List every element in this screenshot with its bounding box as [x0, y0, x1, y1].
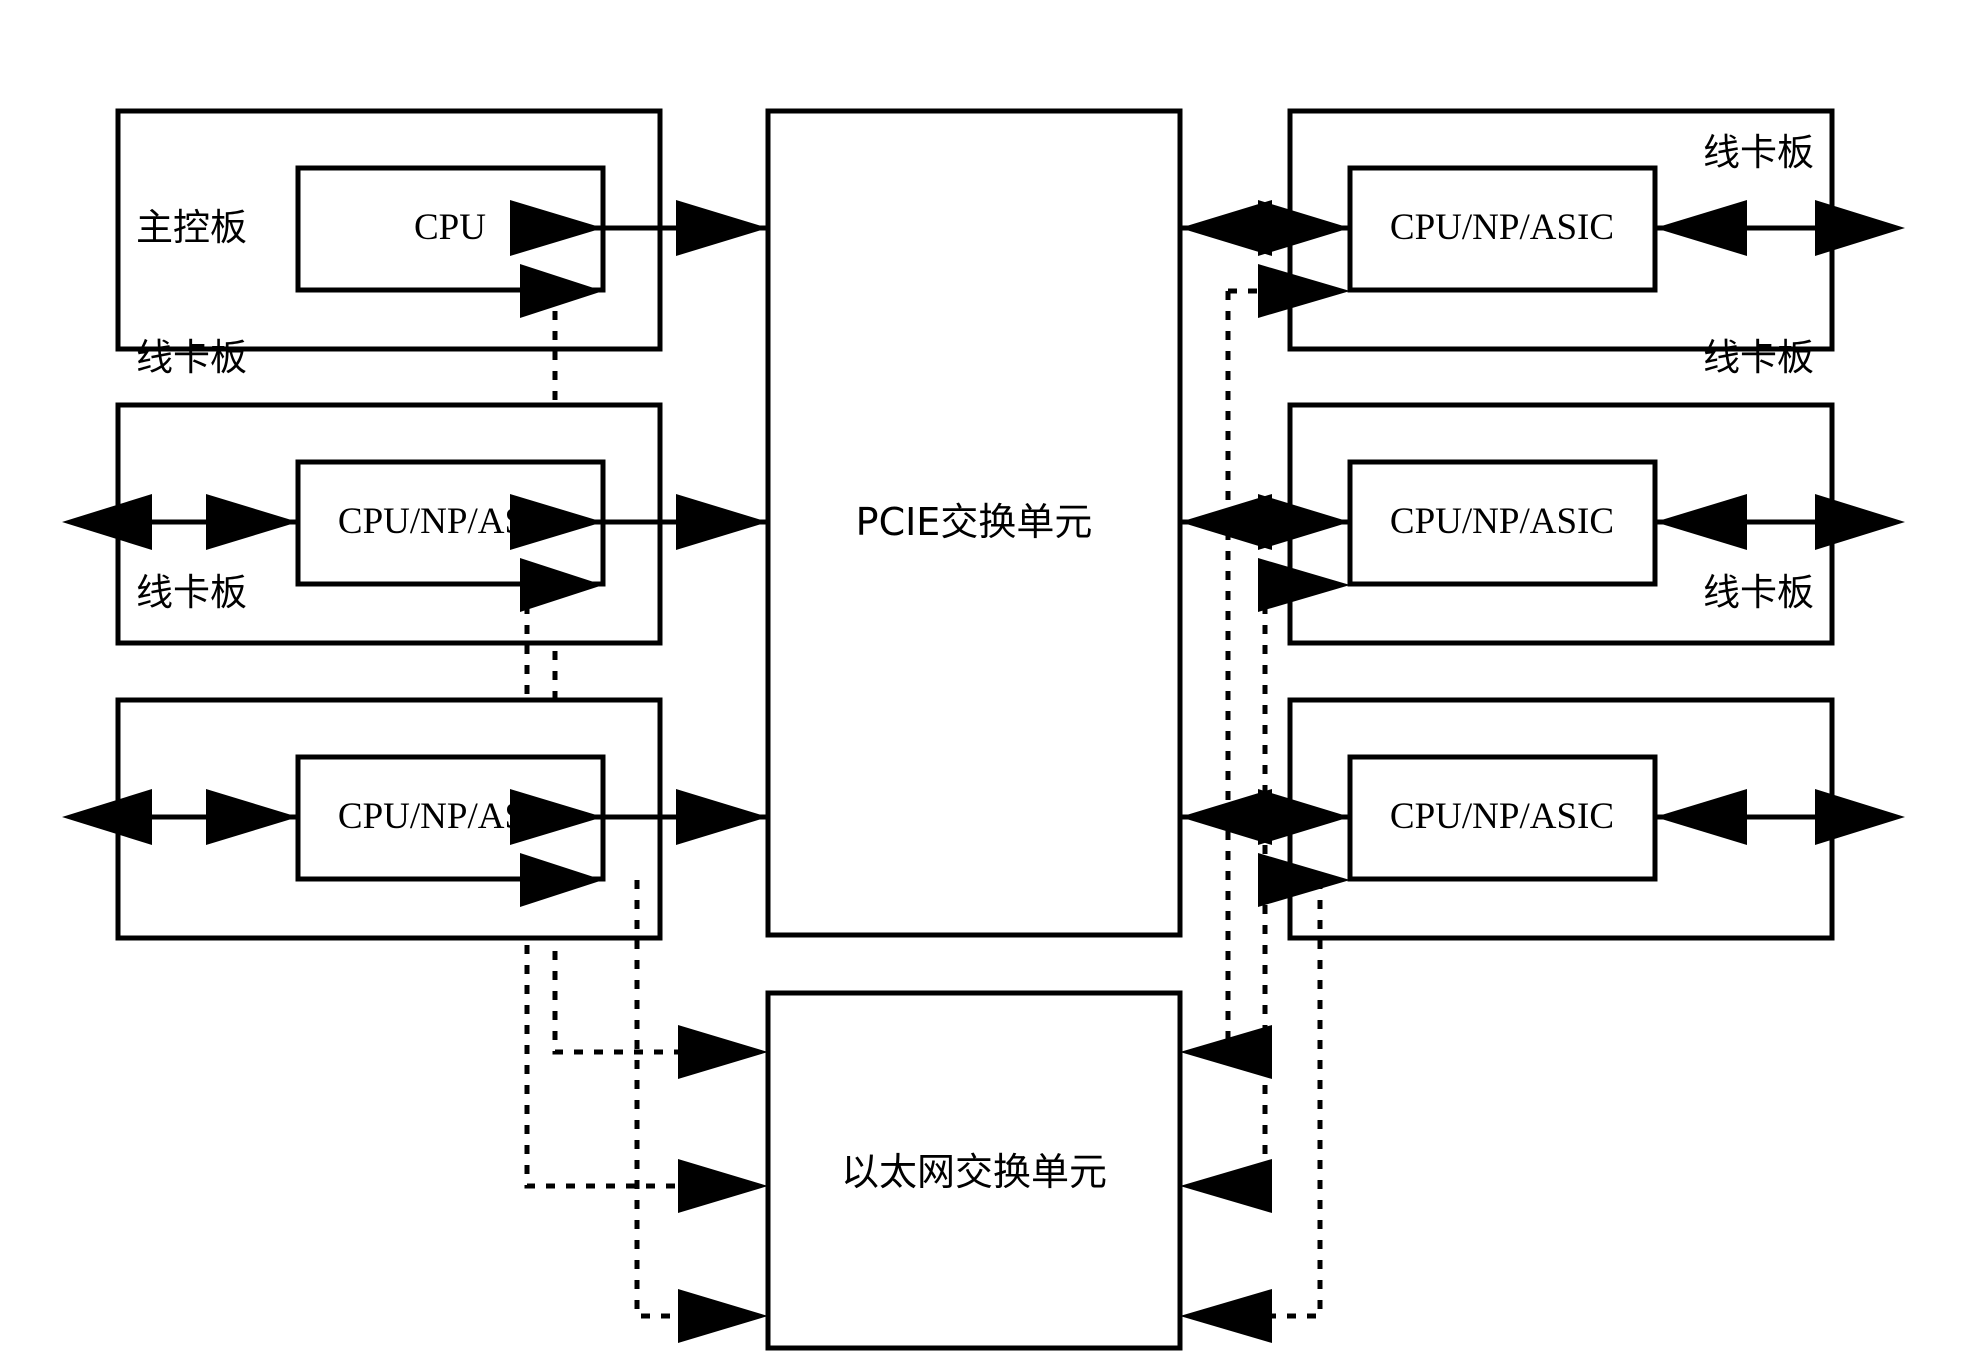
- arrow-head-right-lc-left-2: [676, 789, 768, 845]
- arrow-head-right-main-board: [676, 200, 768, 256]
- link-ethernet-line-card-right-2: [1206, 585, 1268, 1189]
- arrow-head-external-right-1: [1815, 200, 1905, 256]
- line-card-left-1-label: 线卡板: [136, 336, 247, 379]
- line-card-right-1-chip-label: CPU/NP/ASIC: [1390, 207, 1614, 248]
- arrow-head-right-lc-left-1: [676, 494, 768, 550]
- link-ethernet-line-card-right-1: [1206, 291, 1231, 1055]
- arrow-head-external-left-2: [62, 789, 152, 845]
- arrow-head-dotted-eth-out-3: [1180, 1289, 1272, 1343]
- arrow-head-dotted-eth-in-3: [678, 1289, 768, 1343]
- line-card-right-2-chip-label: CPU/NP/ASIC: [1390, 501, 1614, 542]
- arrow-head-dotted-eth-in-1: [678, 1025, 768, 1079]
- line-card-right-3-chip-label: CPU/NP/ASIC: [1390, 796, 1614, 837]
- line-card-left-2-label: 线卡板: [136, 571, 247, 614]
- arrow-head-external-left-1: [62, 494, 152, 550]
- system-block-diagram: PCIE交换单元 以太网交换单元 主控板 CPU 线卡板 CPU/NP/ASIC…: [62, 108, 1905, 1351]
- link-ethernet-line-card-left-2: [634, 880, 742, 1319]
- pcie-switch-unit-label: PCIE交换单元: [856, 500, 1093, 544]
- arrow-head-dotted-eth-out-2: [1180, 1159, 1272, 1213]
- arrow-head-dotted-eth-in-2: [678, 1159, 768, 1213]
- main-control-board-label: 主控板: [136, 206, 247, 249]
- arrow-head-external-right-2: [1815, 494, 1905, 550]
- line-card-right-3-label: 线卡板: [1703, 571, 1814, 614]
- line-card-right-1-label: 线卡板: [1703, 131, 1814, 174]
- line-card-right-2-label: 线卡板: [1703, 336, 1814, 379]
- main-control-board-cpu-label: CPU: [414, 207, 486, 248]
- ethernet-switch-unit-label: 以太网交换单元: [841, 1150, 1107, 1194]
- arrow-head-external-right-3: [1815, 789, 1905, 845]
